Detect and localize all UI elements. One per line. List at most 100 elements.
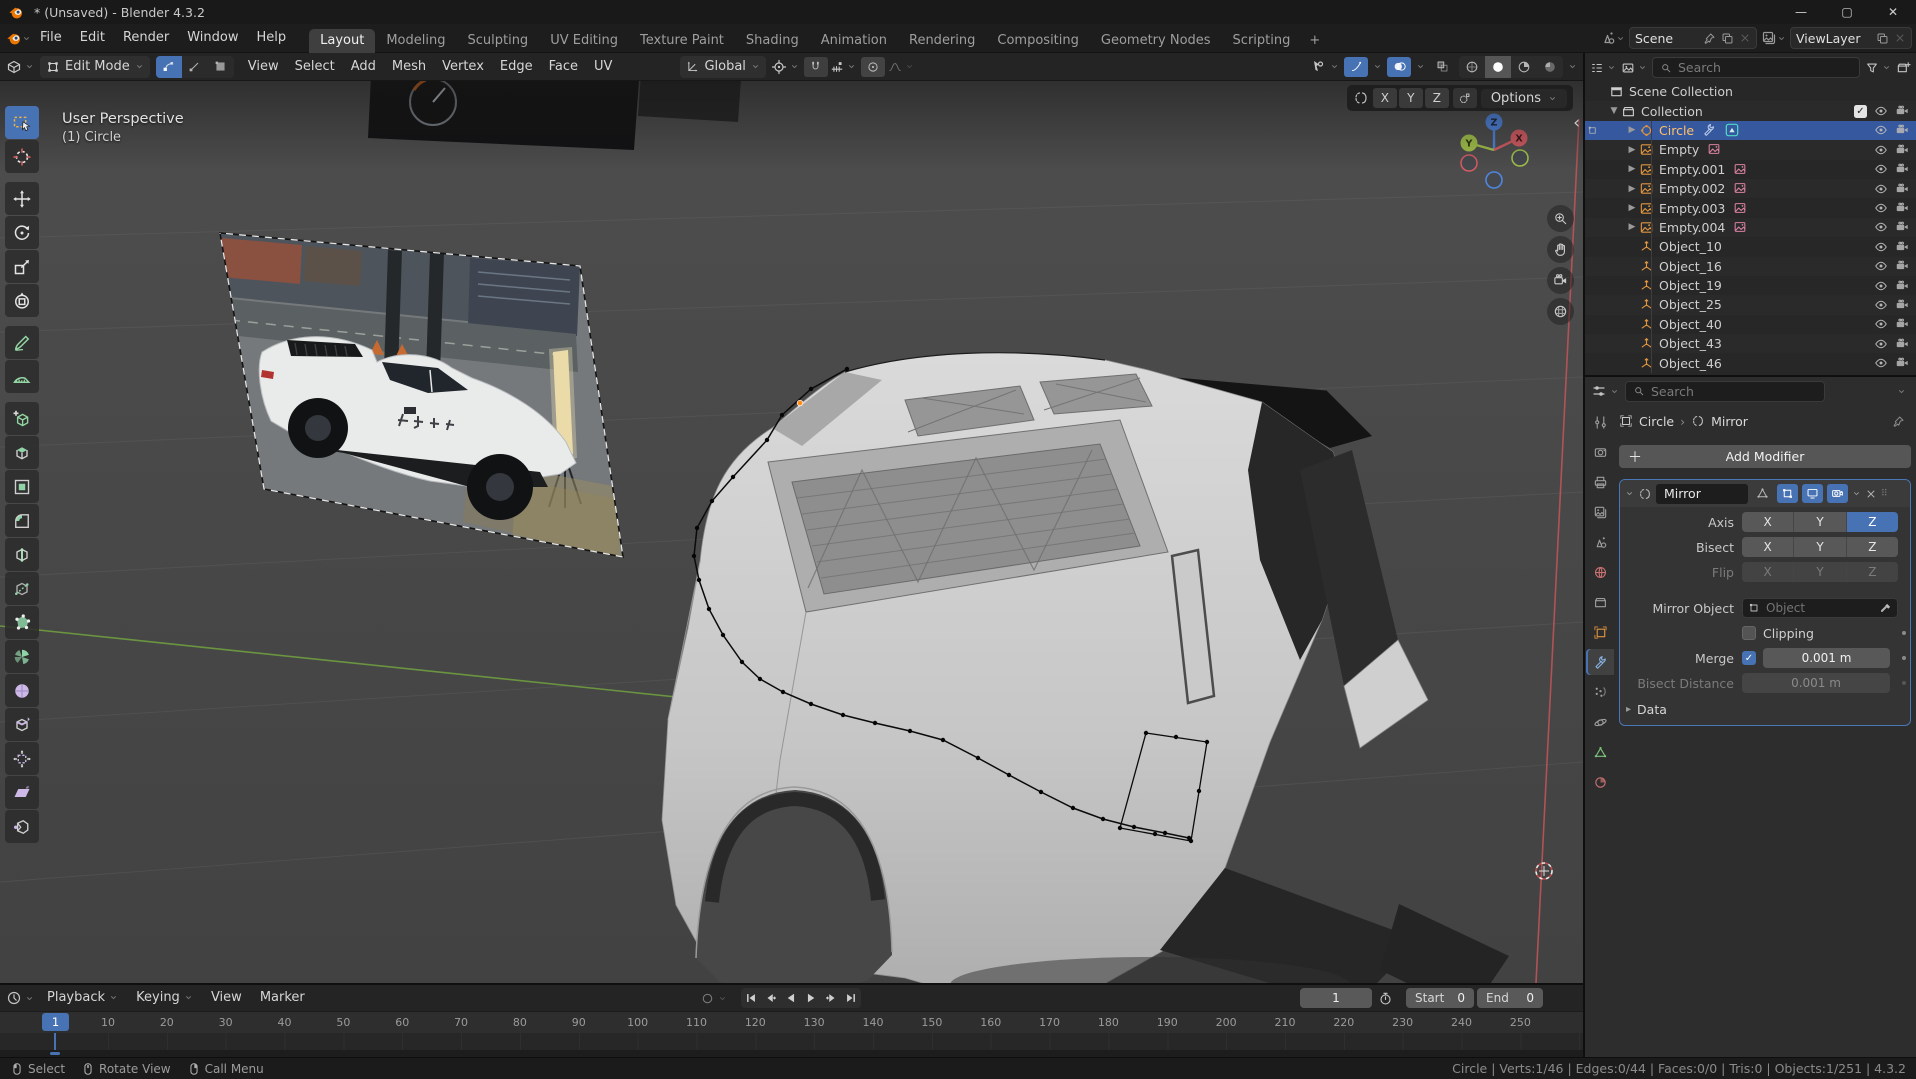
visibility-dropdown[interactable] [1311, 59, 1339, 75]
breadcrumb-object[interactable]: Circle [1639, 414, 1674, 429]
snap-settings-dropdown[interactable] [830, 60, 856, 74]
outliner-row-object-19[interactable]: Object_19 [1585, 276, 1916, 295]
expander-arrow[interactable]: ▶ [1625, 145, 1639, 155]
tab-sculpting[interactable]: Sculpting [456, 29, 539, 53]
xray-toggle[interactable] [1430, 57, 1454, 77]
viewport-menu-edge[interactable]: Edge [492, 59, 541, 74]
prevkey-button[interactable] [761, 988, 781, 1008]
outliner-display-mode[interactable] [1590, 61, 1616, 75]
outliner-row-empty-003[interactable]: ▶ Empty.003 [1585, 198, 1916, 217]
tool-annotate[interactable] [5, 326, 39, 359]
new-scene-icon[interactable] [1721, 32, 1734, 45]
breadcrumb-modifier[interactable]: Mirror [1711, 414, 1748, 429]
object-name[interactable]: Collection [1641, 104, 1703, 119]
eye-toggle[interactable] [1874, 240, 1888, 254]
outliner-search-input[interactable]: Search [1652, 57, 1860, 78]
clipping-checkbox[interactable] [1742, 626, 1756, 640]
outliner-row-object-43[interactable]: Object_43 [1585, 334, 1916, 353]
collection-checkbox[interactable]: ✓ [1854, 105, 1867, 118]
object-name[interactable]: Empty.002 [1659, 181, 1725, 196]
object-name[interactable]: Scene Collection [1629, 84, 1733, 99]
expander-arrow[interactable]: ▶ [1625, 164, 1639, 174]
expander-arrow[interactable]: ▶ [1625, 125, 1639, 135]
eye-toggle[interactable] [1874, 104, 1888, 118]
add-modifier-button[interactable]: ＋ Add Modifier [1619, 445, 1911, 468]
tab-layout[interactable]: Layout [309, 29, 375, 53]
shading-solid-button[interactable] [1485, 56, 1511, 78]
use-preview-range-toggle[interactable] [1378, 991, 1393, 1006]
modifier-name-field[interactable]: Mirror [1656, 484, 1748, 504]
mode-dropdown[interactable]: Edit Mode [40, 56, 150, 78]
properties-tab-tool[interactable] [1586, 409, 1614, 435]
viewport-menu-uv[interactable]: UV [586, 59, 620, 74]
properties-tab-material[interactable] [1586, 769, 1614, 795]
tab-compositing[interactable]: Compositing [986, 29, 1090, 53]
timeline-scroll-thumb[interactable] [50, 1052, 60, 1055]
selected-vertex[interactable] [797, 400, 803, 406]
camera-toggle[interactable] [1895, 201, 1909, 215]
outliner-row-object-40[interactable]: Object_40 [1585, 315, 1916, 334]
expand-arrow-icon[interactable] [1625, 489, 1634, 498]
outliner-filter-dropdown[interactable] [1865, 61, 1891, 75]
properties-tab-particles[interactable] [1586, 679, 1614, 705]
camera-toggle[interactable] [1895, 220, 1909, 234]
properties-tab-view-layer[interactable] [1586, 499, 1614, 525]
eyedropper-icon[interactable] [1880, 602, 1892, 614]
viewport-menu-mesh[interactable]: Mesh [384, 59, 434, 74]
drag-handle[interactable]: ⠿ [1881, 489, 1889, 499]
del-viewlayer-icon[interactable] [1894, 32, 1906, 44]
tool-knife[interactable] [5, 572, 39, 605]
shading-rendered-button[interactable] [1537, 56, 1563, 78]
eye-toggle[interactable] [1874, 201, 1888, 215]
bisect-z[interactable]: Z [1847, 537, 1898, 557]
camera-toggle[interactable] [1895, 143, 1909, 157]
properties-search-input[interactable]: Search [1625, 381, 1825, 402]
tool-shear[interactable] [5, 776, 39, 809]
tool-extrude-region[interactable] [5, 436, 39, 469]
eye-toggle[interactable] [1874, 182, 1888, 196]
tool-inset-faces[interactable] [5, 470, 39, 503]
expander-arrow[interactable]: ▶ [1625, 203, 1639, 213]
eye-toggle[interactable] [1874, 337, 1888, 351]
clipping-animate-dot[interactable] [1902, 631, 1906, 635]
object-name[interactable]: Empty.003 [1659, 201, 1725, 216]
properties-editor-type[interactable] [1591, 383, 1619, 399]
object-name[interactable]: Object_46 [1659, 356, 1722, 371]
tab-geometry-nodes[interactable]: Geometry Nodes [1090, 29, 1222, 53]
tab-rendering[interactable]: Rendering [898, 29, 986, 53]
camera-toggle[interactable] [1895, 104, 1909, 118]
properties-tab-world[interactable] [1586, 559, 1614, 585]
viewport-menu-view[interactable]: View [240, 59, 287, 74]
outliner-row-scene-collection[interactable]: Scene Collection [1585, 82, 1916, 101]
timeline-menu-view[interactable]: View [202, 984, 251, 1012]
show-in-editmode-toggle[interactable] [1777, 484, 1798, 503]
eye-toggle[interactable] [1874, 162, 1888, 176]
tool-cursor[interactable] [5, 140, 39, 173]
show-in-viewport-toggle[interactable] [1802, 484, 1823, 503]
bisect-y[interactable]: Y [1794, 537, 1846, 557]
close-button[interactable]: ✕ [1870, 0, 1916, 24]
camera-toggle[interactable] [1895, 182, 1909, 196]
timeline-editor-type[interactable] [6, 990, 34, 1006]
eye-toggle[interactable] [1874, 123, 1888, 137]
eye-toggle[interactable] [1874, 259, 1888, 273]
object-name[interactable]: Empty [1659, 142, 1699, 157]
vertex-select-button[interactable] [156, 56, 182, 78]
properties-tab-output[interactable] [1586, 469, 1614, 495]
properties-tab-render[interactable] [1586, 439, 1614, 465]
gizmos-toggle[interactable] [1344, 57, 1368, 77]
properties-tab-object-data[interactable] [1586, 739, 1614, 765]
overlays-toggle[interactable] [1387, 57, 1411, 77]
outliner-row-empty[interactable]: ▶ Empty [1585, 140, 1916, 159]
object-name[interactable]: Object_25 [1659, 297, 1722, 312]
camera-toggle[interactable] [1895, 259, 1909, 273]
outliner-row-empty-002[interactable]: ▶Empty.002 [1585, 179, 1916, 198]
object-name[interactable]: Object_16 [1659, 259, 1722, 274]
camera-toggle[interactable] [1895, 240, 1909, 254]
gizmo-neg-z[interactable] [1486, 172, 1502, 188]
data-section-header[interactable]: ▸ Data [1626, 702, 1910, 717]
camera-toggle[interactable] [1895, 162, 1909, 176]
camera-view-button[interactable] [1547, 267, 1574, 294]
tab-uv-editing[interactable]: UV Editing [539, 29, 629, 53]
properties-tab-object[interactable] [1586, 619, 1614, 645]
